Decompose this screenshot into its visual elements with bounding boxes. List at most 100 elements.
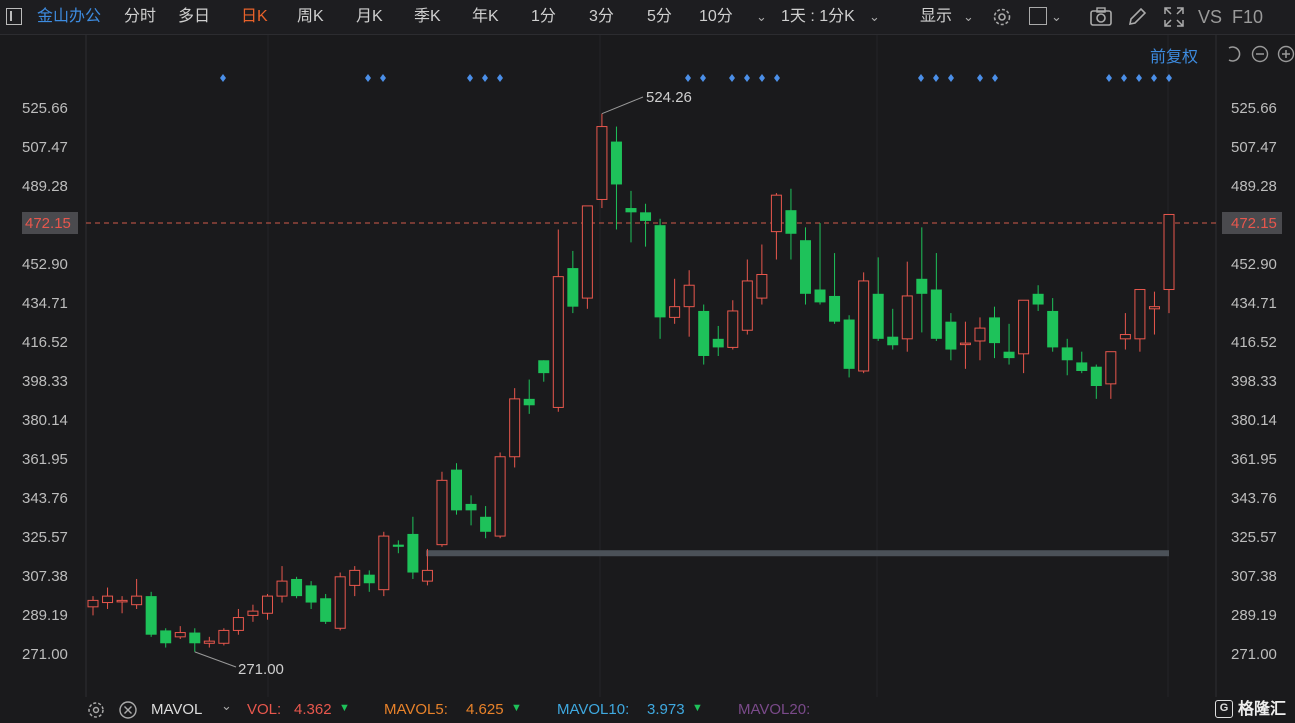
candle-body-up[interactable] (116, 599, 128, 603)
candle-body-down[interactable] (829, 295, 841, 322)
close-icon[interactable] (118, 700, 138, 720)
candle-body-up[interactable] (276, 580, 288, 597)
candle-body-down[interactable] (887, 336, 899, 346)
candle-body-down[interactable] (872, 293, 884, 339)
candle-body-up[interactable] (232, 617, 244, 631)
candle-body-down[interactable] (567, 268, 579, 307)
zoom-out-icon[interactable] (1251, 45, 1269, 63)
gear-icon[interactable] (990, 6, 1014, 28)
tab-周K[interactable]: 周K (297, 0, 324, 34)
candle-body-down[interactable] (785, 210, 797, 234)
candle-body-up[interactable] (436, 479, 448, 546)
candle-body-up[interactable] (727, 310, 739, 348)
candle-body-down[interactable] (523, 398, 535, 406)
candle-body-down[interactable] (1032, 293, 1044, 305)
candle-body-down[interactable] (465, 503, 477, 511)
candle-body-down[interactable] (392, 544, 404, 547)
camera-icon[interactable] (1089, 6, 1113, 28)
candle-body-down[interactable] (145, 596, 157, 635)
candle-body-up[interactable] (581, 205, 593, 299)
candle-body-up[interactable] (974, 327, 986, 342)
candle-body-up[interactable] (102, 595, 114, 604)
candle-body-up[interactable] (901, 295, 913, 340)
tab-10分[interactable]: 10分 (699, 0, 733, 34)
chevron-down-icon[interactable]: ⌄ (756, 9, 767, 25)
candle-body-down[interactable] (1003, 351, 1015, 359)
candle-body-up[interactable] (741, 280, 753, 331)
candle-body-up[interactable] (1105, 351, 1117, 385)
display-menu[interactable]: 显示 (920, 0, 952, 34)
undo-icon[interactable] (1224, 45, 1242, 63)
kline-chart[interactable]: 525.66 525.66 507.47 507.47 489.28 489.28 452.… (0, 35, 1295, 697)
candle-body-up[interactable] (858, 280, 870, 372)
tab-季K[interactable]: 季K (414, 0, 441, 34)
candle-body-down[interactable] (799, 240, 811, 294)
chevron-down-icon[interactable]: ⌄ (869, 9, 880, 25)
period-select[interactable]: 1天 : 1分K (781, 0, 855, 34)
candle-body-down[interactable] (189, 632, 201, 644)
candle-body-up[interactable] (552, 276, 564, 408)
candle-body-down[interactable] (1076, 362, 1088, 371)
panel-toggle-icon[interactable] (6, 8, 22, 25)
candle-body-up[interactable] (596, 126, 608, 200)
tab-多日[interactable]: 多日 (178, 0, 210, 34)
candle-body-down[interactable] (305, 585, 317, 603)
candle-body-down[interactable] (916, 278, 928, 294)
candle-body-down[interactable] (640, 212, 652, 221)
chevron-down-icon[interactable]: ⌄ (221, 698, 232, 714)
candle-body-down[interactable] (451, 469, 463, 511)
candle-body-down[interactable] (814, 289, 826, 303)
candle-body-down[interactable] (625, 208, 637, 213)
pencil-icon[interactable] (1126, 6, 1148, 28)
candle-body-up[interactable] (1148, 306, 1160, 310)
candle-body-down[interactable] (538, 360, 550, 374)
square-icon[interactable] (1029, 7, 1047, 25)
chevron-down-icon[interactable]: ⌄ (1051, 9, 1062, 25)
candle-body-up[interactable] (349, 569, 361, 586)
candle-body-up[interactable] (669, 306, 681, 318)
candle-body-up[interactable] (1134, 289, 1146, 340)
candle-body-down[interactable] (160, 630, 172, 644)
chevron-down-icon[interactable]: ⌄ (963, 9, 974, 25)
candle-body-down[interactable] (712, 338, 724, 348)
candle-body-down[interactable] (363, 574, 375, 584)
candle-body-up[interactable] (203, 640, 215, 644)
candle-body-down[interactable] (989, 317, 1001, 344)
candle-body-up[interactable] (683, 284, 695, 308)
candle-body-up[interactable] (87, 599, 99, 608)
candle-body-up[interactable] (421, 569, 433, 582)
candle-body-down[interactable] (1061, 347, 1073, 361)
candle-body-down[interactable] (930, 289, 942, 339)
candle-body-down[interactable] (945, 321, 957, 350)
candle-body-down[interactable] (610, 141, 622, 185)
candle-body-down[interactable] (1090, 366, 1102, 386)
candle-body-down[interactable] (320, 598, 332, 622)
tab-5分[interactable]: 5分 (647, 0, 672, 34)
f10-button[interactable]: F10 (1232, 0, 1263, 34)
candle-body-up[interactable] (756, 274, 768, 299)
candle-body-up[interactable] (1163, 213, 1175, 291)
tab-年K[interactable]: 年K (472, 0, 499, 34)
candle-body-down[interactable] (843, 319, 855, 369)
candle-body-up[interactable] (1018, 299, 1030, 355)
adjust-mode-button[interactable]: 前复权 (1150, 43, 1198, 67)
candle-body-up[interactable] (494, 456, 506, 537)
indicator-select[interactable]: MAVOL (151, 697, 202, 723)
candle-body-up[interactable] (1119, 334, 1131, 340)
zoom-in-icon[interactable] (1277, 45, 1295, 63)
tab-3分[interactable]: 3分 (589, 0, 614, 34)
candle-body-down[interactable] (291, 578, 303, 597)
candle-body-up[interactable] (378, 535, 390, 591)
candle-body-up[interactable] (334, 576, 346, 629)
candle-body-down[interactable] (1047, 310, 1059, 348)
candle-body-up[interactable] (131, 595, 143, 606)
tab-月K[interactable]: 月K (356, 0, 383, 34)
candle-body-up[interactable] (174, 632, 186, 638)
candle-body-up[interactable] (247, 610, 259, 616)
gear-icon[interactable] (86, 700, 106, 720)
tab-1分[interactable]: 1分 (531, 0, 556, 34)
candle-body-down[interactable] (480, 516, 492, 532)
candle-body-up[interactable] (959, 342, 971, 346)
candle-body-down[interactable] (407, 533, 419, 573)
candle-body-up[interactable] (218, 629, 230, 644)
